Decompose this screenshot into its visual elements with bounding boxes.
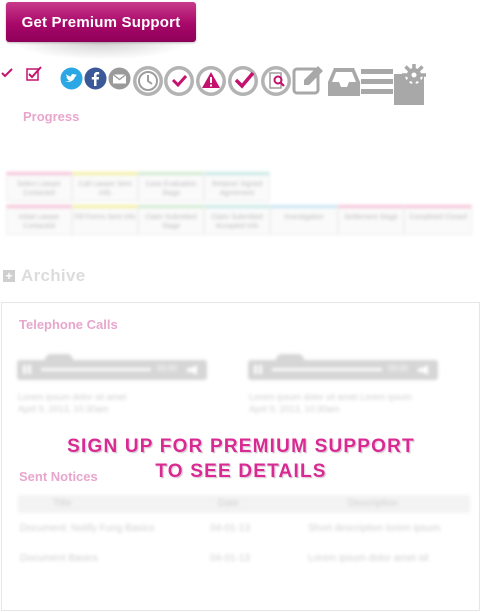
stage-cell: Select Lawyer Contacted [6, 172, 72, 202]
facebook-icon[interactable] [84, 67, 107, 90]
twitter-icon[interactable] [60, 67, 83, 90]
player-time: 00:00 [388, 364, 409, 373]
stage-cell: Completed Closed [404, 205, 472, 235]
button-shadow [12, 42, 190, 60]
menu-icon[interactable] [361, 67, 393, 97]
checkbox-icon[interactable] [26, 66, 44, 82]
stage-cell: Call Lawyer Sent Info [72, 172, 138, 202]
table-cell: Document: Notify Fung Basics [20, 523, 155, 534]
table-cell: Short description lorem ipsum [308, 523, 441, 534]
stage-cell: Case Evaluation Stage [138, 172, 204, 202]
column-header: Date [218, 498, 240, 509]
stage-cell: Investigation [270, 205, 338, 235]
stage-cell: Claim Submitted Stage [138, 205, 204, 235]
get-premium-support-button[interactable]: Get Premium Support [6, 2, 196, 42]
upsell-line-1: SIGN UP FOR PREMIUM SUPPORT [67, 436, 415, 457]
email-icon[interactable] [108, 67, 131, 90]
check-circle-filled-icon[interactable] [227, 65, 259, 97]
check-icon[interactable] [0, 66, 14, 80]
telephone-calls-title: Telephone Calls [19, 317, 118, 332]
expand-icon[interactable]: + [3, 270, 15, 282]
inbox-icon[interactable] [326, 66, 362, 98]
clock-icon[interactable] [132, 65, 164, 97]
stage-cell: Initial Lawyer Contacted [6, 205, 72, 235]
settings-icon[interactable] [393, 64, 429, 106]
archive-header[interactable]: + Archive [3, 266, 85, 286]
table-cell: Lorem ipsum dolor amet sit [308, 553, 429, 564]
call-text: Lorem ipsum dolor sit amet April 9, 2013… [18, 392, 127, 414]
archive-title: Archive [21, 266, 86, 285]
stage-cell: Settlement Stage [338, 205, 404, 235]
alert-icon[interactable] [195, 65, 227, 97]
player-time: 00:00 [157, 364, 178, 373]
progress-title: Progress [23, 109, 80, 124]
table-header [18, 495, 470, 513]
table-cell: 04-01-13 [210, 523, 251, 534]
toolbar [0, 64, 482, 105]
stage-cell: Retainer Signed Agreement [204, 172, 270, 202]
stage-cell: Fill Forms Sent Info [72, 205, 138, 235]
column-header: Title [53, 498, 72, 509]
edit-icon[interactable] [292, 64, 326, 98]
upsell-line-2: TO SEE DETAILS [155, 461, 327, 482]
search-document-icon[interactable] [260, 65, 292, 97]
column-header: Description [348, 498, 399, 509]
stage-cell: Claim Submitted Accepted Info [204, 205, 270, 235]
table-cell: Document Basics [20, 553, 98, 564]
audio-player[interactable]: 00:00 [248, 354, 438, 380]
audio-player[interactable]: 00:00 [17, 354, 207, 380]
check-circle-icon[interactable] [163, 65, 195, 97]
call-text: Lorem ipsum dolor sit amet Lorem ipsum A… [249, 392, 413, 414]
premium-upsell-message[interactable]: SIGN UP FOR PREMIUM SUPPORT TO SEE DETAI… [0, 434, 482, 484]
table-cell: 04-01-13 [210, 553, 251, 564]
